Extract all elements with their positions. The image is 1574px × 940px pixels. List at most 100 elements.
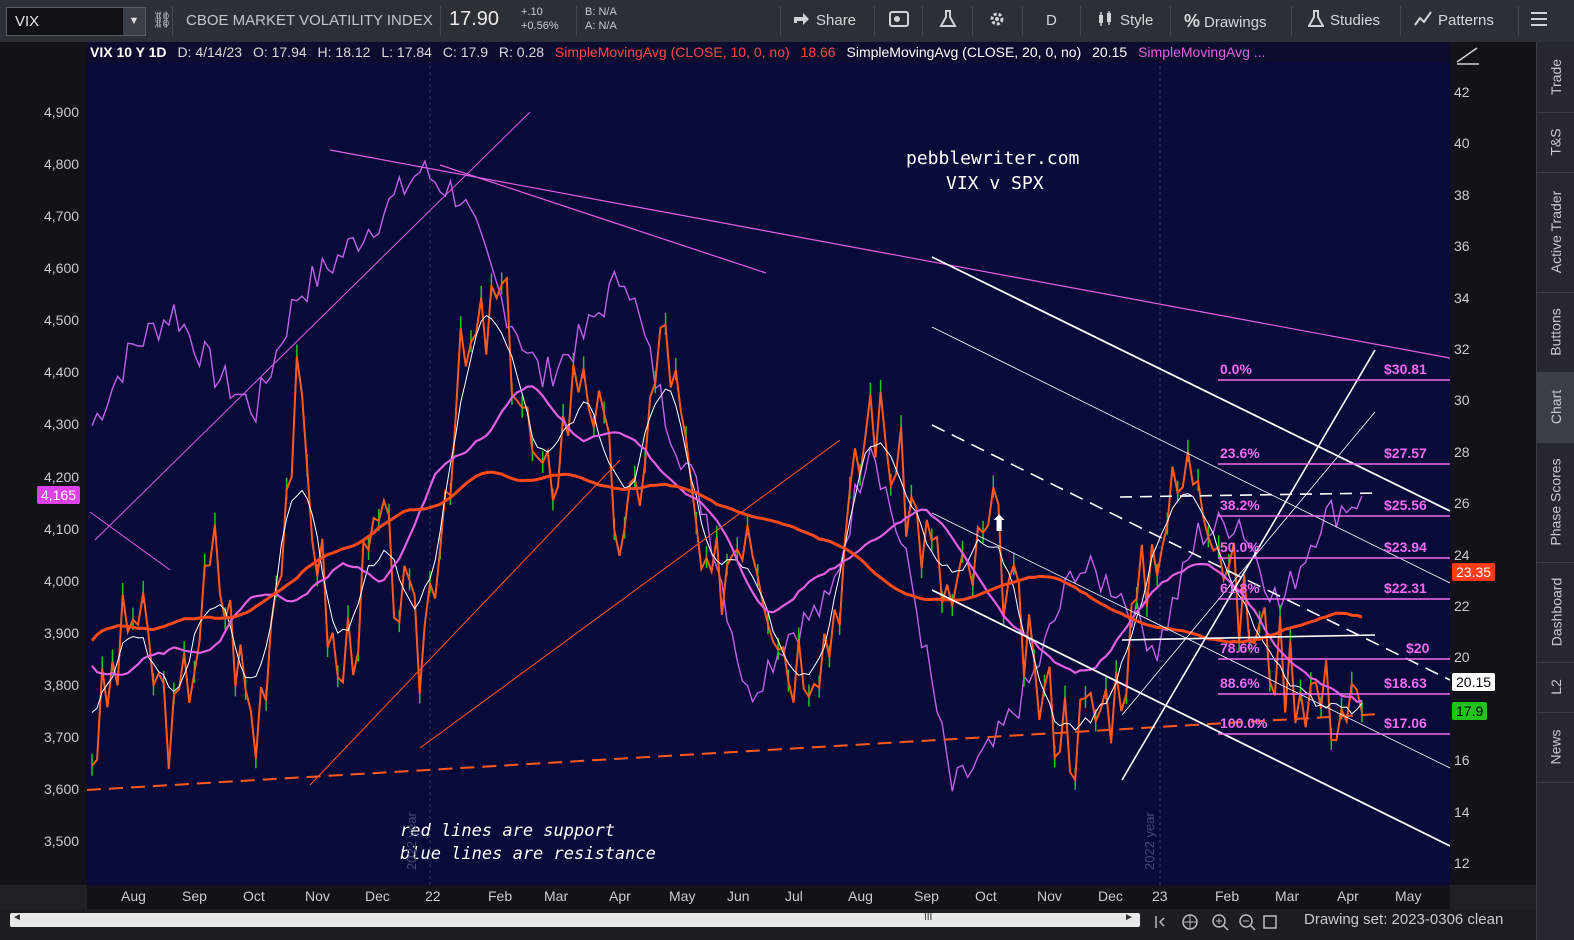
chart-canvas[interactable] [87,42,1450,885]
tab-time-sales[interactable]: T&S [1537,112,1574,173]
spx-tick-label: 4,000 [44,572,80,589]
fib-price-3: $23.94 [1384,539,1427,555]
tab-active-trader[interactable]: Active Trader [1537,172,1574,293]
hamburger-menu-icon [1531,12,1547,26]
sma20-label[interactable]: SimpleMovingAvg (CLOSE, 20, 0, no) [847,44,1082,60]
trendline-tool-icon[interactable] [1455,44,1481,66]
instrument-name: CBOE MARKET VOLATILITY INDEX [186,12,433,29]
zoom-controls [1155,914,1277,931]
menu-button[interactable] [1530,0,1548,42]
scroll-end-icon[interactable] [1155,916,1165,928]
patterns-button[interactable]: Patterns [1414,0,1494,42]
drawing-set-label[interactable]: Drawing set: 2023-0306 clean [1304,911,1503,928]
studies-flask-icon [1307,10,1325,27]
style-button[interactable]: Style [1096,0,1153,42]
toolbar-divider [1170,6,1171,36]
price-change: +.10 +0.56% [521,5,559,33]
time-tick-label: Oct [243,888,265,904]
watchlist-button[interactable] [889,0,909,42]
fib-pct-7: 100.0% [1220,715,1268,731]
vix-tick-label: 34 [1454,289,1470,306]
fib-pct-0: 0.0% [1220,361,1252,377]
link-chain-icon[interactable]: ⛓ [152,0,172,42]
time-tick-label: Mar [544,888,569,904]
time-tick-label: Feb [1215,888,1240,904]
time-scrollbar[interactable]: ◄ III ► [10,912,1140,927]
time-tick-label: Nov [1037,888,1062,904]
vix-tick-label: 38 [1454,186,1470,203]
tab-phase-scores[interactable]: Phase Scores [1537,442,1574,563]
toolbar-divider [1291,6,1292,36]
time-tick-label: Apr [609,888,631,904]
scroll-left-arrow-icon[interactable]: ◄ [12,912,22,923]
drawings-label: Drawings [1204,14,1267,31]
spx-tick-label: 4,700 [44,208,80,225]
fit-icon[interactable] [1263,915,1277,929]
tab-dashboard[interactable]: Dashboard [1537,562,1574,663]
support-trendline [309,459,621,786]
tab-time-sales-label: T&S [1547,128,1564,156]
tab-buttons[interactable]: Buttons [1537,292,1574,373]
zoom-in-icon[interactable] [1212,914,1229,931]
header-range: R: 0.28 [498,44,545,60]
symbol-input[interactable]: VIX ▼ [6,7,146,36]
zoom-out-icon[interactable] [1239,914,1256,931]
resistance-trendline [94,111,531,541]
spx-tick-label: 3,800 [44,676,80,693]
tab-level2-label: L2 [1547,679,1564,695]
patterns-icon [1414,11,1432,26]
header-high: H: 18.12 [317,44,371,60]
period-button[interactable]: D [1046,0,1057,42]
crosshair-icon[interactable] [1182,914,1198,930]
sma10-label[interactable]: SimpleMovingAvg (CLOSE, 10, 0, no) [555,44,790,60]
tab-chart[interactable]: Chart [1537,372,1574,443]
header-low: L: 17.84 [381,44,432,60]
tab-news[interactable]: News [1537,712,1574,783]
spx-tick-label: 4,500 [44,312,80,329]
change-absolute: +.10 [521,6,543,18]
toolbar-divider [972,6,973,36]
spx-tick-label: 4,100 [44,520,80,537]
last-price-tag: 17.9 [1452,702,1488,720]
sma10-value: 18.66 [800,44,836,60]
sma-red-price-tag: 23.35 [1452,563,1496,581]
toolbar-divider [780,6,781,36]
spx-tick-label: 4,900 [44,104,80,120]
share-button[interactable]: Share [792,0,856,42]
patterns-label: Patterns [1438,12,1494,29]
year-watermark-2022: 2022 year [1142,812,1157,870]
flask-button[interactable] [939,0,957,42]
tab-trade[interactable]: Trade [1537,42,1574,113]
symbol-dropdown-caret-icon[interactable]: ▼ [123,8,145,35]
toolbar-divider [576,6,577,36]
time-axis [87,885,1450,909]
vix-tick-label: 36 [1454,238,1470,255]
fib-pct-1: 23.6% [1220,445,1260,461]
time-tick-label: Jul [785,888,803,904]
spx-tick-label: 4,400 [44,364,80,381]
site-annotation: pebblewriter.com [906,148,1080,169]
time-tick-label: Dec [365,888,390,904]
fib-pct-6: 88.6% [1220,675,1260,691]
fib-price-4: $22.31 [1384,580,1427,596]
chart-area[interactable] [87,42,1450,885]
vix-sma10-line [91,275,1363,783]
spx-tick-label: 4,300 [44,416,80,433]
symbol-text: VIX [15,13,40,30]
studies-button[interactable]: Studies [1307,0,1380,42]
spx-price-tag: 4,165 [37,486,81,504]
settings-button[interactable] [988,0,1006,42]
toolbar-divider [172,6,173,36]
scroll-grip[interactable]: III [924,912,932,923]
header-open: O: 17.94 [252,44,307,60]
change-percent: +0.56% [521,20,559,32]
sma3-label[interactable]: SimpleMovingAvg ... [1138,44,1265,60]
time-tick-label: Sep [182,888,207,904]
drawings-button[interactable]: % Drawings [1184,0,1267,42]
tab-level2[interactable]: L2 [1537,662,1574,713]
tab-dashboard-label: Dashboard [1548,577,1564,647]
toolbar-divider [440,6,441,36]
fib-pct-3: 50.0% [1220,539,1260,555]
scroll-right-arrow-icon[interactable]: ► [1124,912,1134,923]
share-label: Share [816,12,857,29]
